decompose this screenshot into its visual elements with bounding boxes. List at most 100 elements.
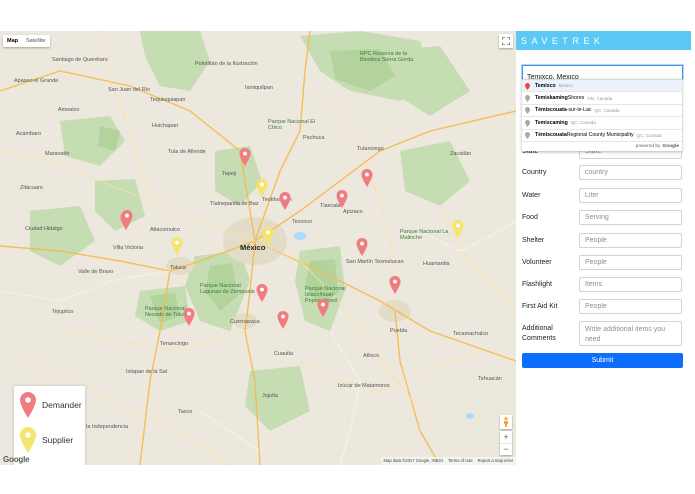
map-place-label: Texcoco: [292, 219, 313, 225]
map-type-satellite-button[interactable]: Satellite: [22, 35, 50, 47]
country-input[interactable]: [579, 165, 682, 180]
fullscreen-button[interactable]: [499, 34, 513, 48]
legend-demander-label: Demander: [42, 400, 82, 410]
comments-label: Additional Comments: [522, 325, 556, 342]
autocomplete-item[interactable]: Témiscouata -sur-le-Lac QC, Canada: [522, 105, 682, 118]
autocomplete-dropdown: Temixco Mexico Temiskaming Shores ON, Cana…: [522, 79, 682, 151]
map-place-label: Ixmiquilpan: [245, 85, 273, 91]
map-place-label: Huamantla: [423, 261, 450, 267]
first-aid-input[interactable]: [579, 299, 682, 314]
map-place-label: Parque Nacional Lagunas de Zempoala: [200, 283, 255, 296]
location-pin-icon: [525, 119, 531, 127]
fullscreen-icon: [502, 37, 510, 45]
location-search[interactable]: [522, 65, 683, 84]
map-place-label: Tulancingo: [357, 146, 384, 152]
map-data-text: Map data ©2017 Google, INEGI: [383, 458, 443, 463]
app: Santiago de Querétaro Apaseo el Grande San…: [0, 0, 695, 494]
demander-marker-icon[interactable]: [317, 299, 329, 317]
first-aid-row: First Aid Kit: [522, 299, 683, 314]
map-place-label: RPC Reserva de la Biosfera Sierra Gorda: [360, 51, 414, 64]
map-place-label: Parque Nacional La Malinche: [400, 229, 449, 242]
map-place-label: Tecamachalco: [453, 331, 489, 337]
volunteer-label: Volunteer: [522, 258, 552, 266]
map[interactable]: Santiago de Querétaro Apaseo el Grande San…: [0, 31, 516, 465]
zoom-in-button[interactable]: +: [500, 431, 512, 444]
flashlight-input[interactable]: [579, 277, 682, 292]
map-legend: Demander Supplier: [14, 386, 85, 465]
report-error-link[interactable]: Report a map error: [478, 458, 513, 464]
map-place-label: Acámbaro: [16, 131, 42, 137]
pegman-icon: [504, 417, 508, 427]
map-type-control: Map Satellite: [3, 35, 50, 47]
volunteer-row: Volunteer: [522, 255, 683, 270]
map-place-label: Ciudad Hidalgo: [25, 226, 63, 232]
demander-marker-icon[interactable]: [361, 169, 373, 187]
country-label: Country: [522, 168, 547, 176]
shelter-input[interactable]: [579, 233, 682, 248]
demander-marker-icon[interactable]: [336, 190, 348, 208]
map-place-label: Huichapan: [152, 123, 179, 129]
zoom-out-button[interactable]: −: [500, 444, 512, 456]
demander-marker-icon[interactable]: [183, 308, 195, 326]
map-place-label: Tenancingo: [160, 341, 189, 347]
map-place-label: Zacatlán: [450, 151, 472, 157]
autocomplete-item[interactable]: Temiskaming Shores ON, Canada: [522, 92, 682, 105]
side-panel: SAVETREK TemixcoMexico Temiskaming Shore…: [516, 31, 691, 465]
demander-marker-icon[interactable]: [256, 284, 268, 302]
map-place-label: Tejupilco: [52, 309, 74, 315]
map-place-label: Apizaco: [343, 209, 363, 215]
demander-marker-icon: [20, 392, 36, 418]
food-row: Food: [522, 210, 683, 225]
supplier-marker-icon[interactable]: [171, 237, 183, 255]
demander-marker-icon[interactable]: [121, 210, 133, 228]
demander-marker-icon[interactable]: [239, 148, 251, 166]
submit-button[interactable]: Submit: [522, 353, 683, 368]
zoom-control: + −: [500, 431, 512, 455]
map-place-label: Cuautla: [274, 351, 293, 357]
map-place-label: Amealco: [58, 107, 80, 113]
map-place-label: Polotitlán de la Ilustración: [195, 61, 258, 67]
map-place-label: Valle de Bravo: [78, 269, 114, 275]
demander-marker-icon[interactable]: [389, 276, 401, 294]
map-place-label: México: [240, 243, 266, 252]
autocomplete-item[interactable]: Témiscouata Regional County Municipality…: [522, 130, 682, 142]
map-place-label: Toluca: [170, 265, 186, 271]
flashlight-label: Flashlight: [522, 280, 552, 288]
map-place-label: Apaseo el Grande: [14, 78, 59, 84]
autocomplete-item[interactable]: Temiscaming QC, Canada: [522, 117, 682, 130]
demander-marker-icon[interactable]: [279, 192, 291, 210]
powered-by-google: powered by Google: [635, 143, 679, 149]
map-place-label: Santiago de Querétaro: [52, 57, 108, 63]
location-pin-icon: [525, 107, 531, 115]
map-place-label: Zitácuaro: [20, 185, 43, 191]
map-place-label: Tula de Allende: [168, 149, 206, 155]
terms-link[interactable]: Terms of Use: [448, 458, 473, 464]
street-view-pegman[interactable]: [500, 415, 512, 429]
water-input[interactable]: [579, 188, 682, 203]
map-place-label: Atlacomulco: [150, 227, 180, 233]
map-attribution: Map data ©2017 Google, INEGI Terms of Us…: [380, 457, 516, 465]
google-logo[interactable]: Google: [3, 455, 30, 464]
supplier-marker-icon[interactable]: [452, 220, 464, 238]
demander-marker-icon[interactable]: [356, 238, 368, 256]
map-type-map-button[interactable]: Map: [3, 35, 22, 47]
location-pin-icon: [525, 132, 531, 140]
legend-demander: Demander: [20, 392, 82, 418]
volunteer-input[interactable]: [579, 255, 682, 270]
food-label: Food: [522, 213, 538, 221]
comments-textarea[interactable]: [579, 321, 682, 346]
location-pin-icon: [525, 82, 531, 90]
autocomplete-item[interactable]: Temixco Mexico: [522, 80, 682, 93]
location-pin-icon: [525, 95, 531, 103]
map-place-label: Taxco: [178, 409, 193, 415]
demander-marker-icon[interactable]: [277, 311, 289, 329]
shelter-label: Shelter: [522, 236, 545, 244]
food-input[interactable]: [579, 210, 682, 225]
supplier-marker-icon[interactable]: [256, 179, 268, 197]
map-place-label: Tepeji: [222, 171, 237, 177]
supplier-marker-icon: [20, 427, 36, 453]
supplier-marker-icon[interactable]: [262, 227, 274, 245]
country-row: Country: [522, 165, 683, 180]
map-place-label: Villa Victoria: [113, 245, 144, 251]
map-place-label: San Juan del Río: [108, 87, 151, 93]
